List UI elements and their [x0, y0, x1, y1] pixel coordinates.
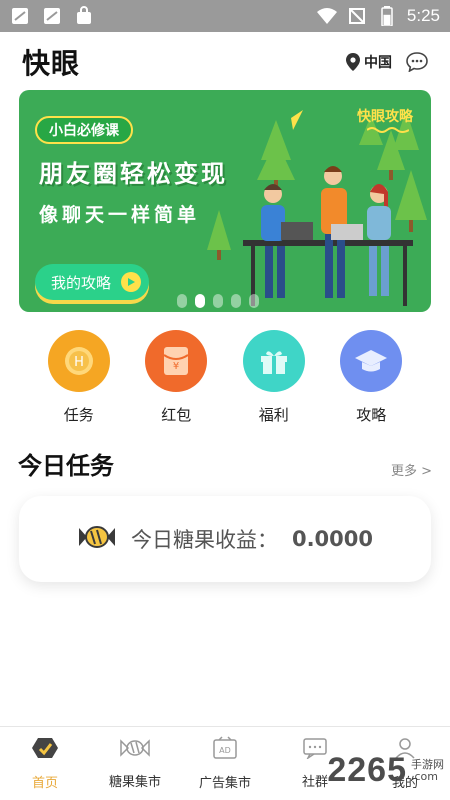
ad-icon: AD — [212, 736, 238, 764]
pagination-dot[interactable] — [177, 294, 187, 308]
earnings-value: 0.0000 — [291, 527, 374, 551]
site-watermark: 2265 手游网 .com — [327, 751, 444, 790]
nav-label: 糖果集市 — [108, 775, 161, 790]
no-sim-icon — [347, 6, 367, 26]
gift-icon — [242, 330, 305, 392]
menu-label: 任务 — [63, 406, 94, 424]
banner-tag: 小白必修课 — [35, 116, 133, 144]
app-title: 快眼 — [22, 47, 81, 80]
battery-icon — [377, 6, 397, 26]
header-actions: 中国 — [346, 52, 428, 72]
red-envelope-icon: ¥ — [145, 330, 208, 392]
status-clock: 5:25 — [406, 6, 440, 25]
notification-icon — [42, 6, 62, 26]
banner-cta-label: 我的攻略 — [51, 273, 112, 292]
wifi-icon — [316, 6, 337, 26]
banner-cta-button[interactable]: 我的攻略 — [35, 264, 150, 300]
message-icon[interactable] — [406, 52, 428, 72]
candy-icon — [77, 522, 117, 556]
shopping-bag-icon — [74, 6, 94, 26]
watermark-domain: .com — [411, 769, 438, 783]
section-title: 今日任务 — [18, 452, 114, 480]
nav-label: 广告集市 — [198, 776, 251, 791]
pagination-dot[interactable] — [249, 294, 259, 308]
status-left — [10, 6, 94, 26]
menu-label: 福利 — [258, 406, 289, 424]
task-coin-icon: H — [47, 330, 110, 392]
watermark-suffix: 手游网 .com — [411, 757, 444, 783]
earnings-label: 今日糖果收益： — [130, 528, 278, 552]
nav-label: 社群 — [301, 775, 328, 790]
graduation-cap-icon — [340, 330, 403, 392]
pagination-dot[interactable] — [231, 294, 241, 308]
nav-item-ad-market[interactable]: AD 广告集市 — [180, 727, 270, 800]
menu-item-red-envelope[interactable]: ¥ 红包 — [141, 330, 211, 425]
status-right: 5:25 — [316, 6, 440, 26]
location-selector[interactable]: 中国 — [346, 52, 392, 72]
location-label: 中国 — [364, 55, 392, 71]
promo-banner[interactable]: 小白必修课 快眼攻略 朋友圈轻松变现 像聊天一样简单 我的攻略 — [19, 90, 431, 312]
menu-label: 攻略 — [356, 406, 387, 424]
today-section-header: 今日任务 更多 > — [0, 446, 450, 481]
watermark-number: 2265 — [327, 751, 407, 789]
svg-text:AD: AD — [219, 746, 231, 755]
menu-item-welfare[interactable]: 福利 — [239, 330, 309, 425]
candy-icon — [120, 737, 150, 763]
nav-label: 首页 — [31, 776, 58, 791]
banner-headline: 朋友圈轻松变现 — [39, 160, 228, 188]
pagination-dot[interactable] — [213, 294, 223, 308]
menu-label: 红包 — [161, 406, 192, 424]
chat-icon — [302, 737, 328, 763]
svg-text:¥: ¥ — [173, 361, 179, 372]
banner-subline: 像聊天一样简单 — [39, 204, 201, 226]
status-bar: 5:25 — [0, 0, 450, 32]
nav-item-home[interactable]: 首页 — [0, 727, 90, 800]
wave-decoration-icon — [367, 127, 409, 133]
menu-item-guide[interactable]: 攻略 — [336, 330, 406, 425]
banner-pagination[interactable] — [177, 294, 259, 308]
watermark-cn: 手游网 — [411, 757, 444, 771]
home-icon — [32, 736, 58, 764]
svg-text:H: H — [74, 355, 84, 370]
pagination-dot[interactable] — [195, 294, 205, 308]
play-icon — [121, 272, 142, 292]
more-link[interactable]: 更多 > — [391, 460, 432, 481]
app-header: 快眼 中国 — [0, 40, 450, 84]
menu-item-task[interactable]: H 任务 — [44, 330, 114, 425]
location-pin-icon — [346, 53, 360, 71]
quick-menu: H 任务 ¥ 红包 福利 攻略 — [0, 330, 450, 425]
banner-brand: 快眼攻略 — [357, 109, 413, 125]
earnings-card[interactable]: 今日糖果收益： 0.0000 — [19, 496, 431, 582]
notification-icon — [10, 6, 30, 26]
nav-item-candy-market[interactable]: 糖果集市 — [90, 727, 180, 800]
